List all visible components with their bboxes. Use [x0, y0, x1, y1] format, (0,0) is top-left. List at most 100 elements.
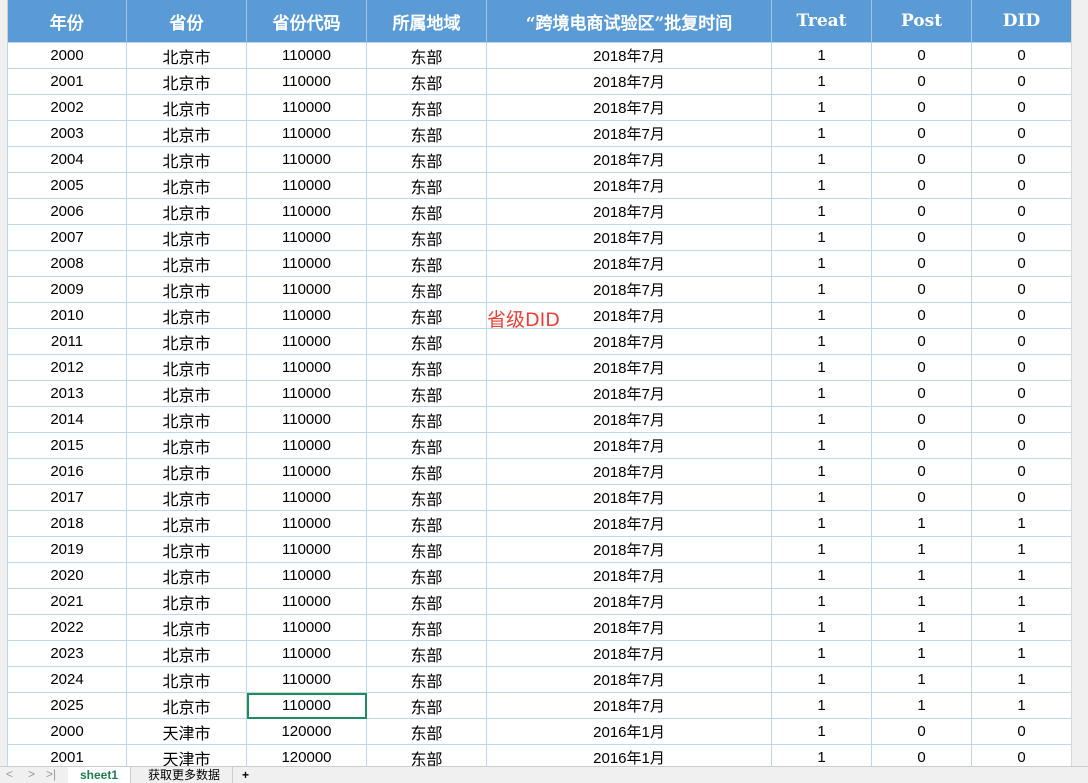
table-cell[interactable]: 110000: [246, 484, 367, 511]
table-cell[interactable]: 北京市: [126, 146, 247, 173]
table-cell[interactable]: 1: [771, 354, 872, 381]
table-cell[interactable]: 1: [771, 380, 872, 407]
table-cell[interactable]: 110000: [246, 250, 367, 277]
table-cell[interactable]: 2018年7月: [486, 42, 772, 69]
table-cell[interactable]: 2002: [7, 94, 127, 121]
table-cell[interactable]: 2000: [7, 42, 127, 69]
table-cell[interactable]: 北京市: [126, 328, 247, 355]
table-cell[interactable]: 东部: [366, 666, 487, 693]
table-cell[interactable]: 北京市: [126, 302, 247, 329]
table-cell[interactable]: 2018年7月: [486, 94, 772, 121]
table-cell[interactable]: 0: [971, 354, 1071, 381]
table-cell[interactable]: 2019: [7, 536, 127, 563]
next-sheet-icon[interactable]: >: [28, 767, 35, 781]
table-cell[interactable]: 东部: [366, 276, 487, 303]
table-cell[interactable]: 东部: [366, 718, 487, 745]
column-header[interactable]: 省份: [126, 0, 247, 43]
table-cell[interactable]: 北京市: [126, 562, 247, 589]
table-cell[interactable]: 2018年7月: [486, 536, 772, 563]
table-cell[interactable]: 0: [971, 328, 1071, 355]
table-cell[interactable]: 110000: [246, 406, 367, 433]
table-cell[interactable]: 北京市: [126, 380, 247, 407]
table-cell[interactable]: 2006: [7, 198, 127, 225]
table-cell[interactable]: 1: [771, 172, 872, 199]
table-cell[interactable]: 2004: [7, 146, 127, 173]
table-cell[interactable]: 110000: [246, 458, 367, 485]
table-cell[interactable]: 2013: [7, 380, 127, 407]
table-cell[interactable]: 0: [871, 198, 972, 225]
table-cell[interactable]: 北京市: [126, 588, 247, 615]
table-cell[interactable]: 1: [771, 484, 872, 511]
table-cell[interactable]: 1: [971, 562, 1071, 589]
table-cell[interactable]: 110000: [246, 68, 367, 95]
table-cell[interactable]: 东部: [366, 510, 487, 537]
table-cell[interactable]: 110000: [246, 146, 367, 173]
table-cell[interactable]: 2018年7月: [486, 328, 772, 355]
table-cell[interactable]: 2025: [7, 692, 127, 719]
table-cell[interactable]: 110000: [246, 666, 367, 693]
table-cell[interactable]: 东部: [366, 640, 487, 667]
table-cell[interactable]: 东部: [366, 172, 487, 199]
table-cell[interactable]: 东部: [366, 302, 487, 329]
table-cell[interactable]: 东部: [366, 406, 487, 433]
table-cell[interactable]: 1: [871, 640, 972, 667]
tab-get-more-data[interactable]: 获取更多数据: [136, 767, 234, 783]
table-cell[interactable]: 0: [871, 328, 972, 355]
table-cell[interactable]: 北京市: [126, 276, 247, 303]
table-cell[interactable]: 1: [971, 666, 1071, 693]
table-cell[interactable]: 2024: [7, 666, 127, 693]
table-cell[interactable]: 东部: [366, 146, 487, 173]
tab-sheet1[interactable]: sheet1: [68, 767, 132, 783]
table-cell[interactable]: 110000: [246, 224, 367, 251]
table-cell[interactable]: 0: [971, 172, 1071, 199]
column-header[interactable]: 省份代码: [246, 0, 367, 43]
table-cell[interactable]: 东部: [366, 224, 487, 251]
table-cell[interactable]: 东部: [366, 744, 487, 766]
table-cell[interactable]: 东部: [366, 614, 487, 641]
table-cell[interactable]: 2021: [7, 588, 127, 615]
table-cell[interactable]: 2014: [7, 406, 127, 433]
table-cell[interactable]: 0: [971, 224, 1071, 251]
table-cell[interactable]: 110000: [246, 42, 367, 69]
table-cell[interactable]: 0: [971, 250, 1071, 277]
table-cell[interactable]: 2016年1月: [486, 744, 772, 766]
table-cell[interactable]: 北京市: [126, 640, 247, 667]
table-cell[interactable]: 0: [871, 458, 972, 485]
spreadsheet-grid[interactable]: 年份 省份 省份代码 所属地域 “跨境电商试验区”批复时间 Treat Post DID 20…: [7, 0, 1071, 766]
table-cell[interactable]: 0: [871, 224, 972, 251]
table-cell[interactable]: 110000: [246, 380, 367, 407]
table-cell[interactable]: 2000: [7, 718, 127, 745]
table-cell[interactable]: 1: [871, 536, 972, 563]
table-cell[interactable]: 1: [771, 562, 872, 589]
table-cell[interactable]: 北京市: [126, 510, 247, 537]
table-cell[interactable]: 2015: [7, 432, 127, 459]
table-cell[interactable]: 2018年7月: [486, 354, 772, 381]
table-cell[interactable]: 2017: [7, 484, 127, 511]
table-cell[interactable]: 2022: [7, 614, 127, 641]
table-cell[interactable]: 2018: [7, 510, 127, 537]
table-cell[interactable]: 1: [771, 458, 872, 485]
column-header[interactable]: “跨境电商试验区”批复时间: [486, 0, 772, 43]
table-cell[interactable]: 2018年7月: [486, 172, 772, 199]
table-cell[interactable]: 1: [771, 510, 872, 537]
table-cell[interactable]: 0: [971, 380, 1071, 407]
table-cell[interactable]: 1: [871, 562, 972, 589]
table-cell[interactable]: 110000: [246, 510, 367, 537]
table-cell[interactable]: 2018年7月: [486, 68, 772, 95]
table-cell[interactable]: 0: [971, 276, 1071, 303]
table-cell[interactable]: 1: [771, 276, 872, 303]
table-cell[interactable]: 110000: [246, 588, 367, 615]
table-cell[interactable]: 0: [871, 432, 972, 459]
table-cell[interactable]: 东部: [366, 692, 487, 719]
table-cell[interactable]: 110000: [246, 94, 367, 121]
table-cell[interactable]: 北京市: [126, 692, 247, 719]
table-cell[interactable]: 2023: [7, 640, 127, 667]
first-sheet-icon[interactable]: <: [6, 767, 13, 781]
table-cell[interactable]: 1: [771, 406, 872, 433]
table-cell[interactable]: 北京市: [126, 406, 247, 433]
table-cell[interactable]: 0: [871, 406, 972, 433]
table-cell[interactable]: 1: [771, 614, 872, 641]
table-cell[interactable]: 1: [771, 432, 872, 459]
table-cell[interactable]: 2018年7月: [486, 406, 772, 433]
table-cell[interactable]: 1: [771, 536, 872, 563]
